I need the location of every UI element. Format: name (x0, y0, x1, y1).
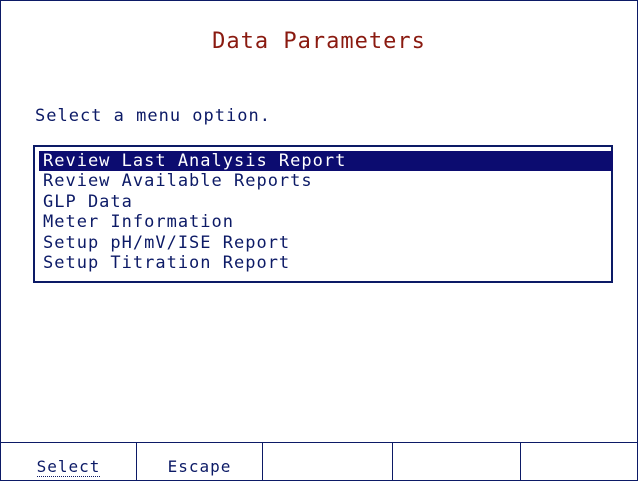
softkey-escape-label: Escape (167, 457, 232, 476)
page-title: Data Parameters (212, 29, 426, 54)
softkey-select[interactable]: Select (1, 443, 137, 481)
menu-item-glp-data[interactable]: GLP Data (39, 192, 613, 212)
softkey-5[interactable] (521, 443, 637, 481)
menu-prompt: Select a menu option. (35, 106, 271, 126)
menu-list: Review Last Analysis Report Review Avail… (39, 151, 613, 273)
softkey-bar: Select Escape (1, 442, 637, 481)
softkey-escape[interactable]: Escape (137, 443, 263, 481)
softkey-4[interactable] (393, 443, 521, 481)
meter-screen: Data Parameters Select a menu option. Re… (0, 0, 638, 481)
menu-list-box: Review Last Analysis Report Review Avail… (33, 145, 613, 283)
menu-item-setup-ph-mv-ise-report[interactable]: Setup pH/mV/ISE Report (39, 233, 613, 253)
softkey-select-label: Select (36, 457, 101, 477)
softkey-3[interactable] (263, 443, 393, 481)
menu-item-review-last-analysis-report[interactable]: Review Last Analysis Report (39, 151, 613, 172)
menu-item-setup-titration-report[interactable]: Setup Titration Report (39, 253, 613, 273)
menu-item-review-available-reports[interactable]: Review Available Reports (39, 171, 613, 191)
menu-item-meter-information[interactable]: Meter Information (39, 212, 613, 232)
